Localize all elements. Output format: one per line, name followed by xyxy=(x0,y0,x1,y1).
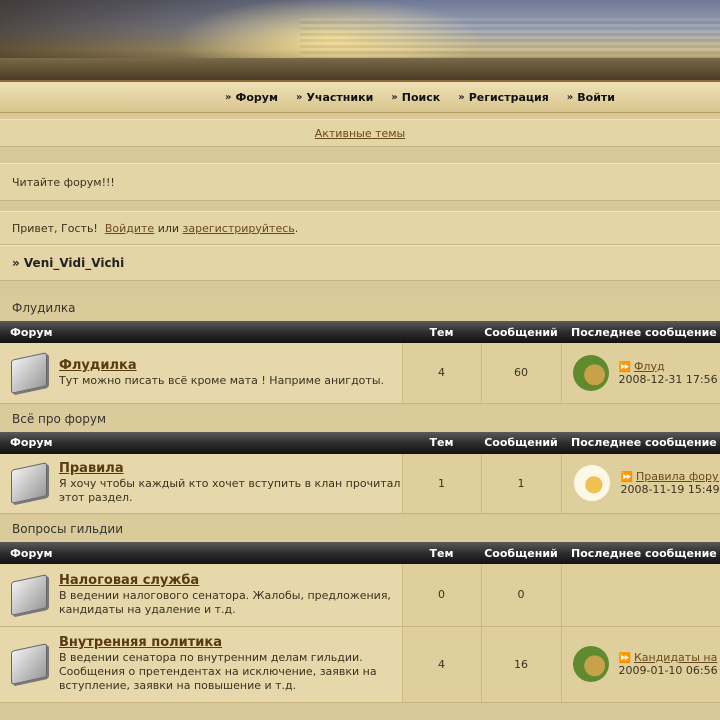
col-topics: Тем xyxy=(402,431,481,454)
spacer xyxy=(0,147,720,163)
avatar-dog-icon[interactable] xyxy=(572,354,609,391)
greeting-suffix: . xyxy=(294,221,299,235)
nav-label: Войти xyxy=(577,90,615,104)
forum-link[interactable]: Налоговая служба xyxy=(59,573,199,588)
last-post-link[interactable]: Флуд xyxy=(634,360,665,373)
nav-register[interactable]: » Регистрация xyxy=(458,91,549,104)
notice-bar: Читайте форум!!! xyxy=(0,163,720,201)
posts-count: 60 xyxy=(480,343,561,404)
spacer xyxy=(0,201,720,211)
last-post-link[interactable]: Правила форум xyxy=(636,470,719,483)
goto-post-icon[interactable]: ⏩ xyxy=(619,653,631,664)
category-title: Флудилка xyxy=(0,295,720,321)
main-nav: » Форум » Участники » Поиск » Регистрация » В… xyxy=(0,80,720,113)
forum-description: В ведении сенатора по внутренним делам г… xyxy=(59,651,377,692)
col-posts: Сообщений xyxy=(481,542,561,564)
col-last: Последнее сообщение xyxy=(561,431,720,454)
breadcrumb-bar: » Veni_Vidi_Vichi xyxy=(0,245,720,281)
active-topics-link[interactable]: Активные темы xyxy=(315,127,406,140)
double-arrow-icon: » xyxy=(225,91,232,103)
nav-search[interactable]: » Поиск xyxy=(391,91,440,104)
nav-label: Участники xyxy=(306,90,374,104)
breadcrumb: » Veni_Vidi_Vichi xyxy=(12,256,125,270)
col-last: Последнее сообщение xyxy=(561,321,720,343)
goto-post-icon[interactable]: ⏩ xyxy=(619,362,631,373)
col-topics: Тем xyxy=(402,542,481,564)
double-arrow-icon: » xyxy=(295,91,303,103)
envelope-icon xyxy=(11,643,47,685)
register-link[interactable]: зарегистрируйтесь xyxy=(183,222,295,235)
greeting-bar: Привет, Гость! Войдите или зарегистрируй… xyxy=(0,211,720,245)
banner-ground xyxy=(0,58,720,80)
goto-post-icon[interactable]: ⏩ xyxy=(621,472,633,483)
nav-label: Поиск xyxy=(401,90,441,104)
nav-label: Форум xyxy=(235,90,278,104)
table-header: Форум Тем Сообщений Последнее сообщение xyxy=(0,542,720,564)
table-row: Налоговая служба В ведении налогового се… xyxy=(0,564,720,627)
category-title: Вопросы гильдии xyxy=(0,516,720,542)
nav-login[interactable]: » Войти xyxy=(567,91,615,104)
posts-count: 16 xyxy=(480,626,561,703)
nav-label: Регистрация xyxy=(468,90,549,104)
forum-table: Форум Тем Сообщений Последнее сообщение … xyxy=(0,542,720,703)
double-arrow-icon: » xyxy=(391,91,398,103)
forum-link[interactable]: Флудилка xyxy=(59,358,137,373)
forum-description: Тут можно писать всё кроме мата ! Наприм… xyxy=(59,373,384,387)
category-title: Всё про форум xyxy=(0,405,720,432)
double-arrow-icon: » xyxy=(458,91,465,103)
topics-count: 0 xyxy=(401,564,481,627)
double-arrow-icon: » xyxy=(566,91,574,103)
forum-link[interactable]: Правила xyxy=(59,461,124,476)
login-link[interactable]: Войдите xyxy=(105,222,154,235)
last-post-date: 2008-11-19 15:49: xyxy=(620,483,720,497)
spacer xyxy=(0,281,720,295)
col-forum: Форум xyxy=(0,431,402,454)
nav-forum[interactable]: » Форум xyxy=(225,91,278,104)
nav-members[interactable]: » Участники xyxy=(296,91,373,104)
last-post-date: 2008-12-31 17:56: xyxy=(618,372,720,386)
forum-description: Я хочу чтобы каждый кто хочет вступить в… xyxy=(59,477,401,505)
avatar-cat-icon[interactable] xyxy=(572,464,611,503)
last-post-date: 2009-01-10 06:56: xyxy=(618,664,720,677)
last-post-link[interactable]: Кандидаты на xyxy=(634,651,717,664)
forum-link[interactable]: Внутренняя политика xyxy=(59,635,222,650)
posts-count: 1 xyxy=(480,453,561,514)
col-posts: Сообщений xyxy=(481,321,561,343)
topics-count: 4 xyxy=(401,343,481,404)
header-banner xyxy=(0,0,720,80)
last-post-empty xyxy=(560,564,720,627)
topics-count: 4 xyxy=(401,626,481,703)
posts-count: 0 xyxy=(480,564,561,627)
envelope-icon xyxy=(11,462,47,505)
table-header: Форум Тем Сообщений Последнее сообщение xyxy=(0,321,720,343)
table-row: Флудилка Тут можно писать всё кроме мата… xyxy=(0,343,720,404)
col-last: Последнее сообщение xyxy=(561,542,720,564)
notice-text: Читайте форум!!! xyxy=(12,175,115,189)
col-forum: Форум xyxy=(0,321,402,343)
envelope-icon xyxy=(11,573,47,616)
avatar-dog-icon[interactable] xyxy=(572,646,609,682)
col-topics: Тем xyxy=(402,321,481,343)
forum-table: Форум Тем Сообщений Последнее сообщение … xyxy=(0,431,720,514)
greeting-or: или xyxy=(157,221,180,235)
table-row: Внутренняя политика В ведении сенатора п… xyxy=(0,626,720,703)
col-posts: Сообщений xyxy=(481,431,561,454)
active-topics-bar: Активные темы xyxy=(0,119,720,147)
greeting-prefix: Привет, Гость! xyxy=(12,221,98,235)
table-header: Форум Тем Сообщений Последнее сообщение xyxy=(0,431,720,454)
envelope-icon xyxy=(11,351,47,394)
forum-table: Форум Тем Сообщений Последнее сообщение … xyxy=(0,321,720,404)
table-row: Правила Я хочу чтобы каждый кто хочет вс… xyxy=(0,453,720,514)
topics-count: 1 xyxy=(401,453,481,514)
col-forum: Форум xyxy=(0,542,402,564)
forum-description: В ведении налогового сенатора. Жалобы, п… xyxy=(59,588,391,616)
